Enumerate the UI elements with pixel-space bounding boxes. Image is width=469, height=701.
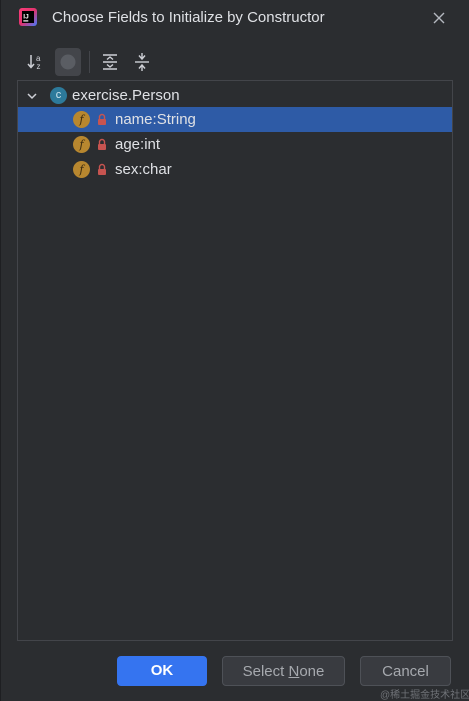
dialog-title: Choose Fields to Initialize by Construct… bbox=[52, 9, 325, 26]
chevron-down-icon[interactable] bbox=[26, 90, 38, 102]
dialog-window: IJ Choose Fields to Initialize by Constr… bbox=[0, 0, 469, 701]
collapse-all-button[interactable] bbox=[129, 48, 155, 76]
field-icon: f bbox=[73, 161, 90, 178]
field-row-age[interactable]: f age:int bbox=[18, 132, 452, 157]
intellij-idea-icon: IJ bbox=[19, 8, 37, 26]
svg-text:IJ: IJ bbox=[23, 14, 29, 21]
select-none-label-prefix: Select bbox=[242, 663, 289, 680]
field-icon: f bbox=[73, 111, 90, 128]
field-row-sex[interactable]: f sex:char bbox=[18, 157, 452, 182]
close-icon[interactable] bbox=[429, 8, 449, 28]
lock-icon bbox=[98, 113, 106, 125]
svg-text:z: z bbox=[37, 62, 41, 71]
sort-alphabetically-button[interactable]: a z bbox=[23, 48, 49, 76]
toolbar: a z bbox=[1, 48, 469, 78]
field-row-name[interactable]: f name:String bbox=[18, 107, 452, 132]
select-none-button[interactable]: Select None bbox=[222, 656, 345, 686]
select-none-label-suffix: one bbox=[299, 663, 325, 680]
select-none-mnemonic: N bbox=[288, 663, 300, 680]
class-icon: c bbox=[50, 87, 67, 104]
field-label: sex:char bbox=[115, 161, 172, 178]
field-label: age:int bbox=[115, 136, 161, 153]
class-label: exercise.Person bbox=[72, 87, 180, 104]
circle-icon bbox=[60, 54, 76, 70]
tree-root-row[interactable]: c exercise.Person bbox=[18, 83, 452, 108]
toolbar-separator bbox=[89, 51, 90, 73]
field-icon: f bbox=[73, 136, 90, 153]
expand-all-icon bbox=[103, 54, 117, 70]
ok-button[interactable]: OK bbox=[117, 656, 207, 686]
lock-icon bbox=[98, 138, 106, 150]
show-classes-toggle[interactable] bbox=[55, 48, 81, 76]
cancel-button[interactable]: Cancel bbox=[360, 656, 451, 686]
field-label: name:String bbox=[115, 111, 196, 128]
title-bar: IJ Choose Fields to Initialize by Constr… bbox=[1, 0, 469, 37]
watermark: @稀土掘金技术社区 bbox=[380, 690, 469, 701]
expand-all-button[interactable] bbox=[97, 48, 123, 76]
sort-az-icon: a z bbox=[27, 54, 41, 71]
lock-icon bbox=[98, 163, 106, 175]
fields-tree[interactable]: c exercise.Person f name:String f age:in… bbox=[17, 80, 453, 641]
collapse-all-icon bbox=[135, 53, 149, 71]
